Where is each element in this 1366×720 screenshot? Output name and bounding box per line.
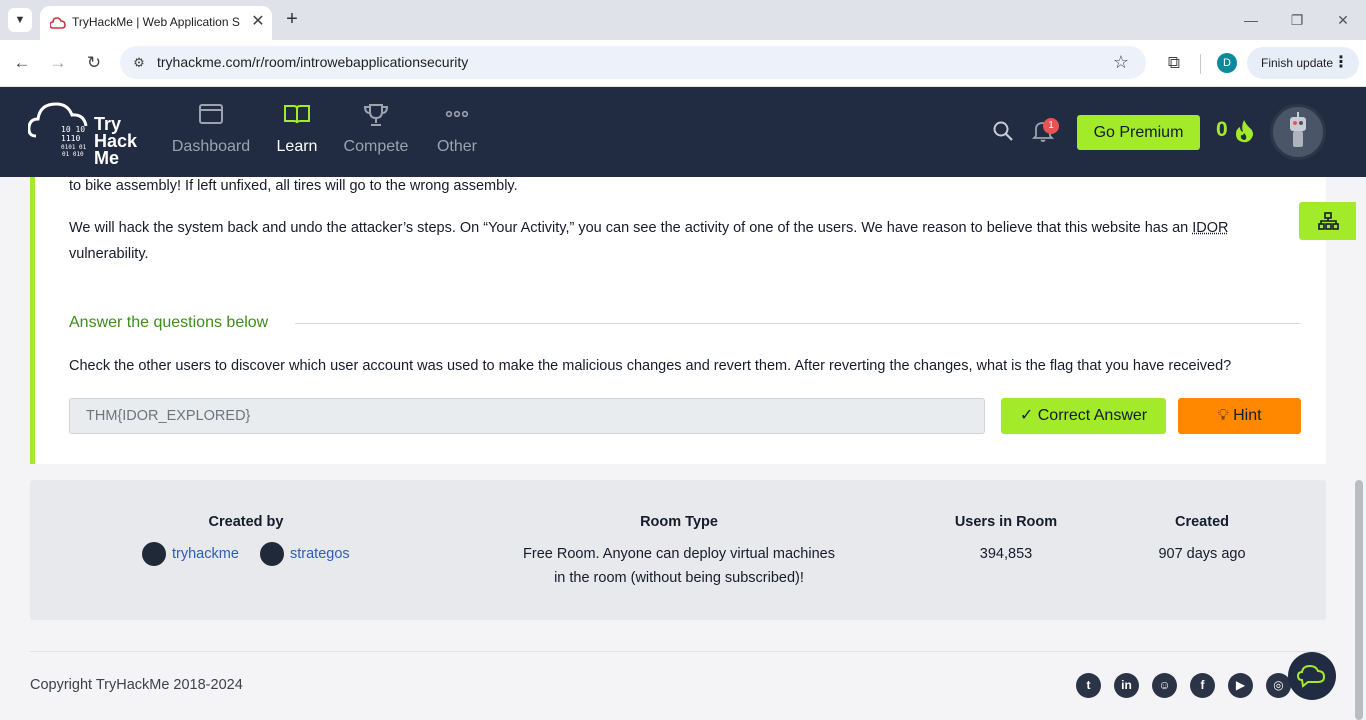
streak-fire-icon[interactable] <box>1232 118 1256 144</box>
menu-dots-icon[interactable]: ⋮ <box>1333 47 1349 79</box>
search-icon[interactable] <box>991 119 1015 143</box>
dashboard-icon <box>170 103 252 133</box>
correct-answer-label: Correct Answer <box>1037 407 1148 424</box>
site-header: 10 10 1110 0101 01 01 010 Try Hack Me Da… <box>0 87 1366 177</box>
book-icon <box>272 103 322 133</box>
sitemap-icon <box>1318 212 1339 230</box>
linkedin-icon[interactable]: in <box>1114 673 1139 698</box>
svg-text:01 010: 01 010 <box>62 151 84 158</box>
copyright-text: Copyright TryHackMe 2018-2024 <box>30 677 243 693</box>
url-text[interactable]: tryhackme.com/r/room/introwebapplication… <box>157 54 468 70</box>
nav-label: Compete <box>343 138 409 155</box>
discord-icon[interactable]: ☺ <box>1152 673 1177 698</box>
twitter-icon[interactable]: t <box>1076 673 1101 698</box>
forward-icon[interactable]: → <box>47 52 69 74</box>
nav-other[interactable]: Other <box>434 103 480 163</box>
room-type-label: Room Type <box>640 514 718 530</box>
tryhackme-favicon-icon <box>50 17 66 29</box>
go-premium-button[interactable]: Go Premium <box>1077 115 1200 150</box>
chat-icon <box>1296 664 1326 688</box>
user-avatar[interactable] <box>1270 104 1326 160</box>
correct-answer-button[interactable]: ✓ Correct Answer <box>1001 398 1166 434</box>
created-label: Created <box>1175 514 1229 530</box>
check-icon: ✓ <box>1019 407 1038 424</box>
creator-link-tryhackme[interactable]: tryhackme <box>142 541 252 567</box>
nav-label: Dashboard <box>171 138 251 155</box>
tab-search-button[interactable]: ▼ <box>8 8 32 32</box>
creator-name: tryhackme <box>172 546 239 562</box>
bookmark-star-icon[interactable]: ☆ <box>1110 51 1132 73</box>
section-divider <box>295 323 1301 324</box>
creator-avatar <box>142 542 166 566</box>
extensions-icon[interactable]: ⧉ <box>1163 52 1185 74</box>
svg-text:10 10: 10 10 <box>61 125 85 134</box>
creator-name: strategos <box>290 546 350 562</box>
svg-text:0101 01: 0101 01 <box>61 144 87 151</box>
sitemap-button[interactable] <box>1299 202 1356 240</box>
creator-avatar <box>260 542 284 566</box>
logo-text-me: Me <box>94 148 119 168</box>
nav-dashboard[interactable]: Dashboard <box>170 103 252 163</box>
facebook-icon[interactable]: f <box>1190 673 1215 698</box>
restore-icon[interactable]: ❐ <box>1287 10 1307 30</box>
nav-label: Other <box>436 138 477 155</box>
nav-label: Learn <box>276 138 318 155</box>
new-tab-icon[interactable]: + <box>282 9 302 29</box>
task-content: to bike assembly! If left unfixed, all t… <box>30 177 1326 464</box>
youtube-icon[interactable]: ▶ <box>1228 673 1253 698</box>
nav-compete[interactable]: Compete <box>342 103 410 163</box>
streak-count: 0 <box>1216 118 1228 141</box>
room-type-value: in the room (without being subscribed)! <box>554 570 804 586</box>
paragraph-text: We will hack the system back and undo th… <box>69 220 1193 236</box>
address-bar[interactable]: ⚙ tryhackme.com/r/room/introwebapplicati… <box>120 46 1146 79</box>
trophy-icon <box>342 103 410 133</box>
answer-section-title: Answer the questions below <box>69 314 269 331</box>
more-icon <box>434 103 480 133</box>
notification-badge: 1 <box>1043 118 1059 134</box>
toolbar-divider <box>1200 54 1201 74</box>
answer-field[interactable]: THM{IDOR_EXPLORED} <box>69 398 985 434</box>
idor-abbreviation[interactable]: IDOR <box>1192 220 1228 236</box>
created-value: 907 days ago <box>1158 546 1246 562</box>
created-by-label: Created by <box>208 514 284 530</box>
minimize-icon[interactable]: — <box>1241 10 1261 30</box>
creator-link-strategos[interactable]: strategos <box>260 541 360 567</box>
chat-support-button[interactable] <box>1288 652 1336 700</box>
back-icon[interactable]: ← <box>11 52 33 74</box>
page-scrollbar[interactable] <box>1355 480 1363 720</box>
finish-update-label: Finish update <box>1261 56 1334 70</box>
users-in-room-label: Users in Room <box>954 514 1058 530</box>
room-type-value: Free Room. Anyone can deploy virtual mac… <box>523 546 835 562</box>
room-info-box: Created by tryhackme strategos Room Type… <box>30 480 1326 620</box>
browser-tab-strip: ▼ TryHackMe | Web Application S ✕ + — ❐ … <box>0 0 1366 40</box>
question-text: Check the other users to discover which … <box>69 358 1232 374</box>
tab-title: TryHackMe | Web Application S <box>72 15 240 29</box>
browser-toolbar: ← → ↻ ⚙ tryhackme.com/r/room/introwebapp… <box>0 40 1366 87</box>
tryhackme-logo[interactable]: 10 10 1110 0101 01 01 010 Try Hack Me <box>28 98 148 168</box>
finish-update-button[interactable]: Finish update ⋮ <box>1247 47 1359 79</box>
profile-avatar[interactable]: D <box>1217 53 1237 73</box>
lightbulb-icon: 💡︎ <box>1217 407 1234 424</box>
browser-tab[interactable]: TryHackMe | Web Application S ✕ <box>40 6 272 40</box>
hint-button[interactable]: 💡︎ Hint <box>1178 398 1301 434</box>
footer-divider <box>30 651 1326 652</box>
robot-avatar-icon <box>1290 112 1306 147</box>
site-info-icon[interactable]: ⚙ <box>128 52 150 74</box>
task-paragraph: We will hack the system back and undo th… <box>69 215 1269 267</box>
task-paragraph: to bike assembly! If left unfixed, all t… <box>69 178 518 194</box>
users-in-room-value: 394,853 <box>979 546 1033 562</box>
close-tab-icon[interactable]: ✕ <box>248 12 268 32</box>
close-window-icon[interactable]: ✕ <box>1333 10 1353 30</box>
reload-icon[interactable]: ↻ <box>83 52 105 74</box>
hint-label: Hint <box>1233 407 1262 424</box>
paragraph-text: vulnerability. <box>69 246 149 262</box>
svg-text:1110: 1110 <box>61 134 80 143</box>
nav-learn[interactable]: Learn <box>272 103 322 163</box>
